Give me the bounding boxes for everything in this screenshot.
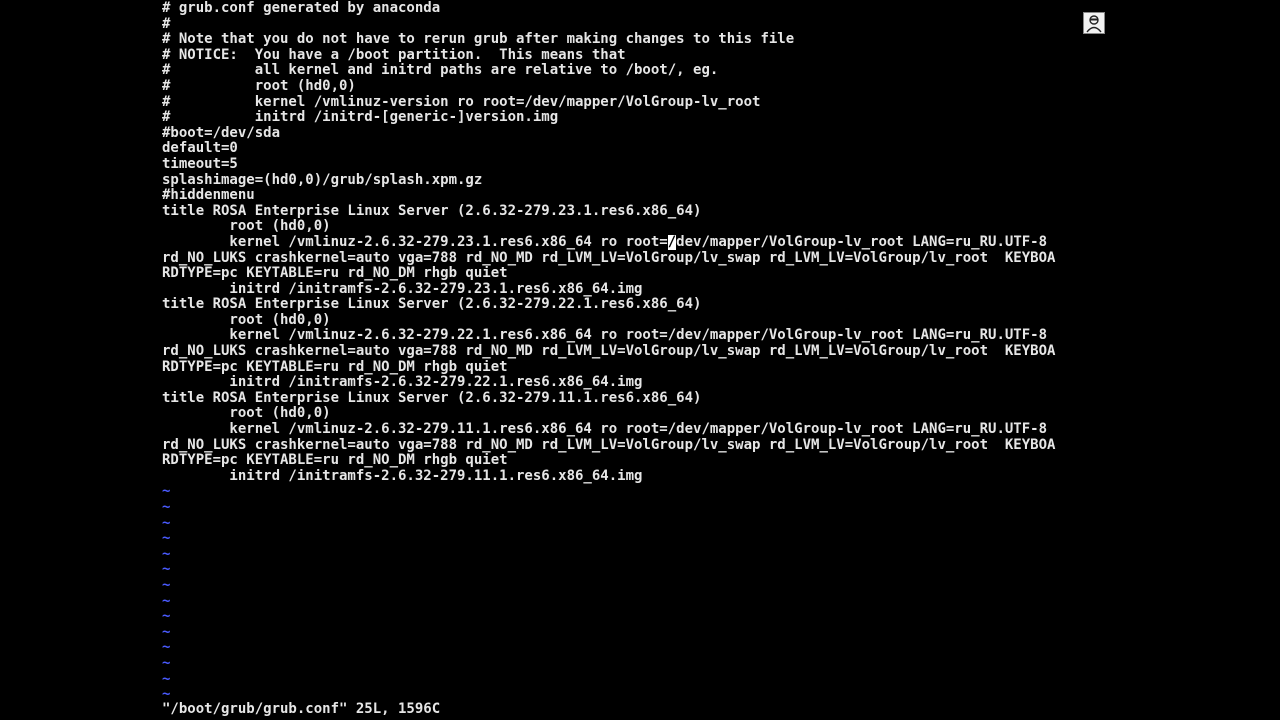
buffer-line: root (hd0,0) bbox=[162, 219, 331, 235]
buffer-line: # NOTICE: You have a /boot partition. Th… bbox=[162, 47, 626, 63]
editor-buffer[interactable]: # grub.conf generated by anaconda # # Note… bbox=[162, 1, 1118, 703]
editor-status-line: "/boot/grub/grub.conf" 25L, 1596C bbox=[162, 701, 441, 717]
text-cursor: / bbox=[667, 234, 677, 250]
buffer-line: splashimage=(hd0,0)/grub/splash.xpm.gz bbox=[162, 172, 483, 188]
avatar-icon bbox=[1083, 12, 1105, 34]
buffer-line: kernel /vmlinuz-2.6.32-279.22.1.res6.x86… bbox=[162, 328, 1048, 344]
buffer-text: dev/mapper/VolGroup-lv_root LANG=ru_RU.U… bbox=[676, 234, 1048, 250]
empty-line-marker: ~ bbox=[162, 499, 171, 515]
buffer-line: kernel /vmlinuz-2.6.32-279.23.1.res6.x86… bbox=[162, 234, 1118, 251]
screen: # grub.conf generated by anaconda # # Note… bbox=[0, 0, 1280, 720]
empty-line-marker: ~ bbox=[162, 623, 171, 640]
empty-line-marker: ~ bbox=[162, 608, 171, 625]
buffer-line: # bbox=[162, 16, 171, 32]
buffer-line: #hiddenmenu bbox=[162, 188, 255, 204]
empty-line-marker: ~ bbox=[162, 592, 171, 609]
buffer-text: kernel /vmlinuz-2.6.32-279.23.1.res6.x86… bbox=[162, 234, 668, 250]
buffer-line: rd_NO_LUKS crashkernel=auto vga=788 rd_N… bbox=[162, 437, 1056, 453]
empty-line-marker: ~ bbox=[162, 545, 171, 562]
buffer-line: # all kernel and initrd paths are relati… bbox=[162, 63, 719, 79]
buffer-line: title ROSA Enterprise Linux Server (2.6.… bbox=[162, 297, 702, 313]
buffer-line: kernel /vmlinuz-2.6.32-279.11.1.res6.x86… bbox=[162, 422, 1048, 438]
empty-line-marker: ~ bbox=[162, 530, 171, 547]
buffer-line: #boot=/dev/sda bbox=[162, 125, 281, 141]
buffer-line: initrd /initramfs-2.6.32-279.23.1.res6.x… bbox=[162, 281, 643, 297]
buffer-line: RDTYPE=pc KEYTABLE=ru rd_NO_DM rhgb quie… bbox=[162, 266, 508, 282]
buffer-line: initrd /initramfs-2.6.32-279.22.1.res6.x… bbox=[162, 375, 643, 391]
empty-line-marker: ~ bbox=[162, 483, 171, 500]
empty-line-marker: ~ bbox=[162, 639, 171, 656]
avatar-figure bbox=[1086, 15, 1102, 33]
empty-line-marker: ~ bbox=[162, 576, 171, 593]
buffer-line: rd_NO_LUKS crashkernel=auto vga=788 rd_N… bbox=[162, 250, 1056, 266]
buffer-line: root (hd0,0) bbox=[162, 312, 331, 328]
empty-line-marker: ~ bbox=[162, 561, 171, 578]
buffer-line: # grub.conf generated by anaconda bbox=[162, 1, 441, 16]
buffer-line: # initrd /initrd-[generic-]version.img bbox=[162, 110, 559, 126]
buffer-line: title ROSA Enterprise Linux Server (2.6.… bbox=[162, 203, 702, 219]
buffer-line: title ROSA Enterprise Linux Server (2.6.… bbox=[162, 390, 702, 406]
empty-line-marker: ~ bbox=[162, 514, 171, 531]
buffer-line: # Note that you do not have to rerun gru… bbox=[162, 32, 795, 48]
buffer-line: rd_NO_LUKS crashkernel=auto vga=788 rd_N… bbox=[162, 344, 1056, 360]
buffer-line: timeout=5 bbox=[162, 156, 238, 172]
buffer-line: RDTYPE=pc KEYTABLE=ru rd_NO_DM rhgb quie… bbox=[162, 359, 508, 375]
buffer-line: root (hd0,0) bbox=[162, 406, 331, 422]
buffer-line: RDTYPE=pc KEYTABLE=ru rd_NO_DM rhgb quie… bbox=[162, 453, 508, 469]
buffer-line: default=0 bbox=[162, 141, 238, 157]
terminal-window[interactable]: # grub.conf generated by anaconda # # Note… bbox=[160, 0, 1120, 720]
empty-line-marker: ~ bbox=[162, 654, 171, 671]
empty-line-marker: ~ bbox=[162, 670, 171, 687]
buffer-line: initrd /initramfs-2.6.32-279.11.1.res6.x… bbox=[162, 468, 643, 484]
buffer-line: # root (hd0,0) bbox=[162, 78, 356, 94]
buffer-line: # kernel /vmlinuz-version ro root=/dev/m… bbox=[162, 94, 761, 110]
